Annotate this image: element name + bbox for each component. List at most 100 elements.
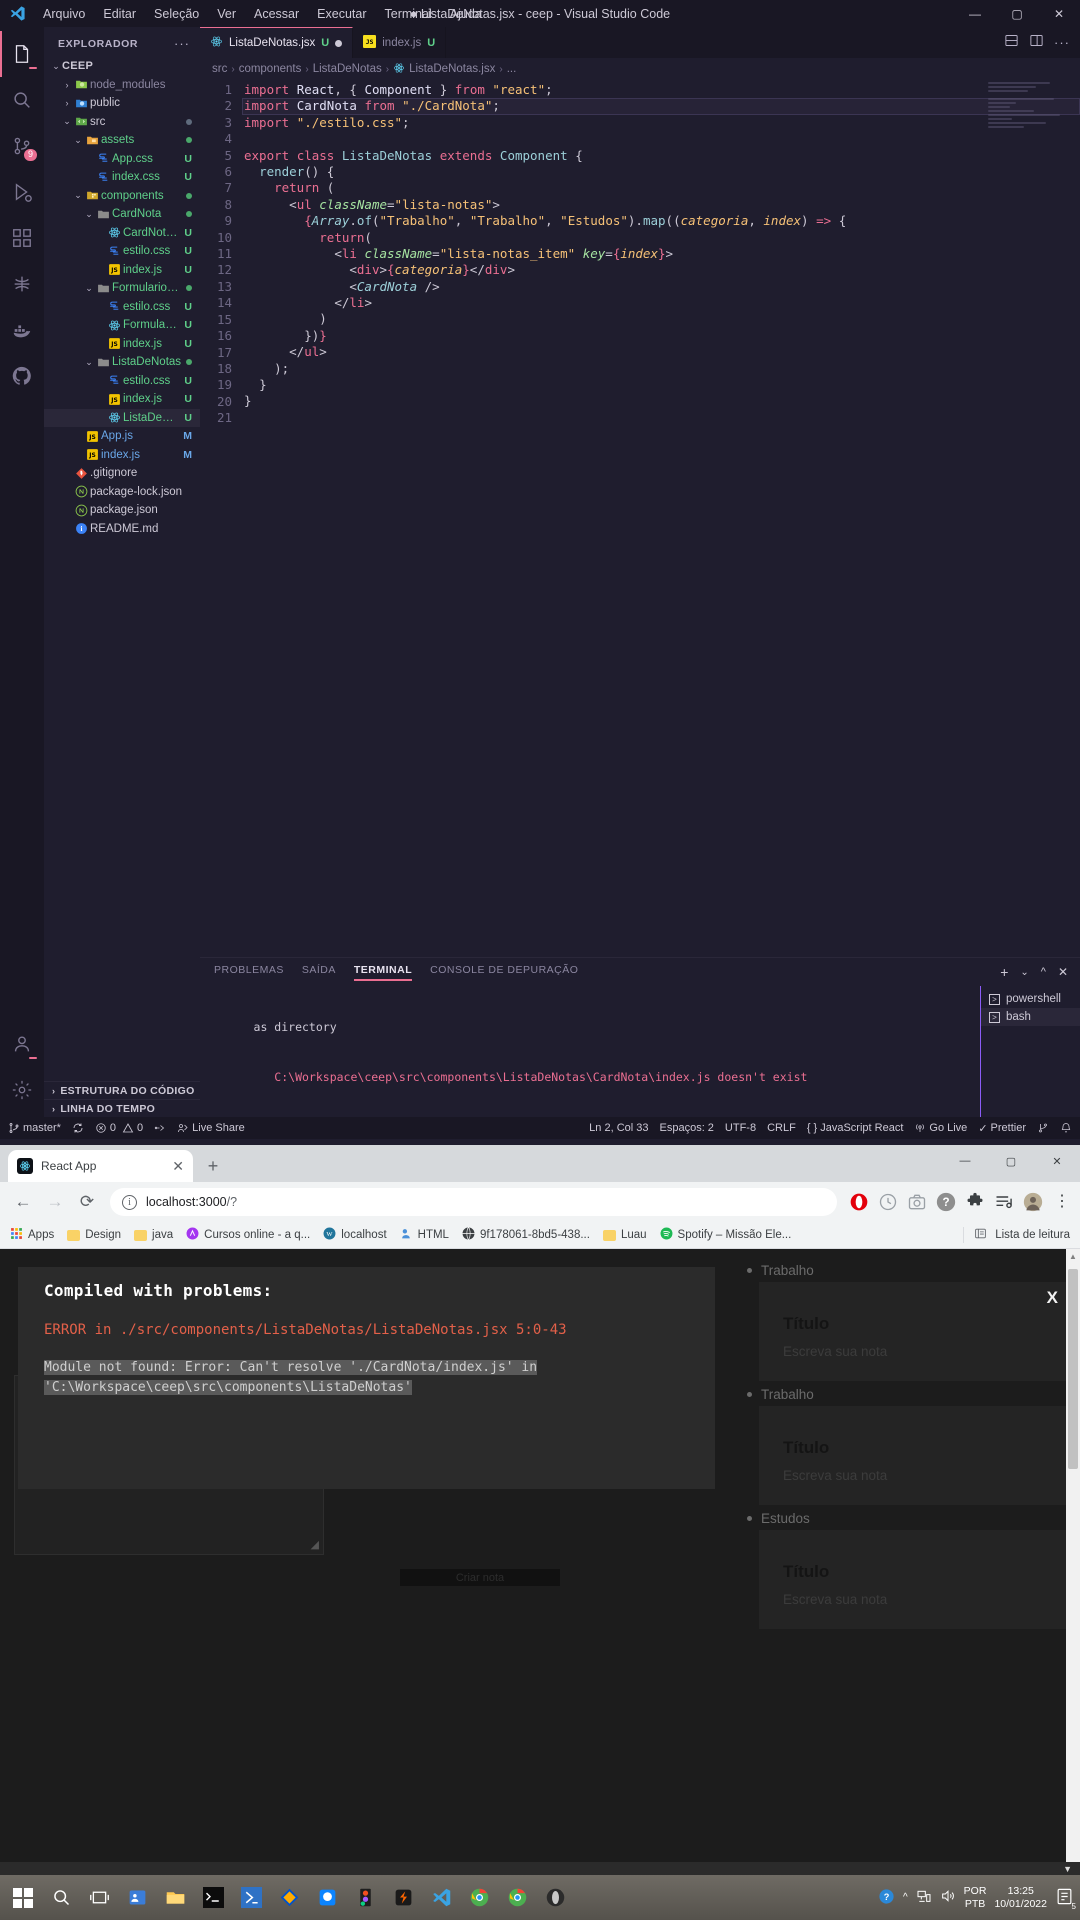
bookmark-uuid[interactable]: 9f178061-8bd5-438... — [462, 1227, 590, 1243]
tree-item-index-css[interactable]: index.css U — [44, 168, 200, 187]
status-ports[interactable] — [154, 1122, 166, 1134]
chrome-window-controls[interactable]: — ▢ ✕ — [942, 1145, 1080, 1177]
status-language-mode[interactable]: { } JavaScript React — [807, 1122, 904, 1134]
bookmark-html[interactable]: HTML — [400, 1227, 449, 1243]
search-icon[interactable] — [0, 77, 44, 123]
menu-arquivo[interactable]: Arquivo — [34, 4, 94, 24]
docker-icon[interactable] — [0, 307, 44, 353]
fl-studio-icon[interactable] — [384, 1875, 422, 1920]
code-line[interactable]: } — [242, 393, 1080, 409]
status-prettier[interactable]: ✓ Prettier — [978, 1122, 1026, 1135]
editor-more-icon[interactable]: ··· — [1054, 35, 1070, 50]
status-sync[interactable] — [72, 1122, 84, 1134]
code-line[interactable]: return ( — [242, 180, 1080, 196]
code-line[interactable]: </li> — [242, 295, 1080, 311]
tab-terminal[interactable]: TERMINAL — [353, 964, 413, 981]
tree-item-cardnota-jsx[interactable]: CardNota.jsx U — [44, 224, 200, 243]
new-terminal-icon[interactable]: + — [1000, 964, 1008, 980]
teams-icon[interactable] — [118, 1875, 156, 1920]
tray-chevron-up-icon[interactable]: ^ — [903, 1892, 908, 1903]
tree-item-public[interactable]: › public — [44, 94, 200, 113]
menu-acessar[interactable]: Acessar — [245, 4, 308, 24]
close-button[interactable]: ✕ — [1038, 0, 1080, 27]
tree-item-listadenotas[interactable]: ⌄ ListaDeNotas — [44, 353, 200, 372]
show-desktop-icon[interactable]: ▼ — [1063, 1864, 1072, 1874]
maximize-panel-icon[interactable]: ^ — [1041, 966, 1046, 978]
chrome-icon[interactable] — [498, 1875, 536, 1920]
reading-list-button[interactable]: Lista de leitura — [963, 1227, 1070, 1243]
vscode-window-controls[interactable]: — ▢ ✕ — [954, 0, 1080, 27]
task-view-icon[interactable] — [80, 1875, 118, 1920]
source-code[interactable]: import React, { Component } from "react"… — [242, 80, 1080, 957]
panel-estrutura-do-codigo[interactable]: › ESTRUTURA DO CÓDIGO — [44, 1081, 200, 1099]
code-line[interactable]: } — [242, 377, 1080, 393]
tree-item-formularioc[interactable]: FormularioC... U — [44, 316, 200, 335]
minimize-button[interactable]: — — [954, 0, 996, 27]
terminal-instance-bash[interactable]: > bash — [981, 1008, 1080, 1026]
tree-item-index-js[interactable]: JS index.js M — [44, 446, 200, 465]
resize-handle-icon[interactable]: ◢ — [311, 1538, 319, 1551]
site-info-icon[interactable]: i — [122, 1194, 137, 1210]
bookmark-luau[interactable]: Luau — [602, 1229, 647, 1241]
panel-linha-do-tempo[interactable]: › LINHA DO TEMPO — [44, 1099, 200, 1117]
tree-item-cardnota[interactable]: ⌄ CardNota — [44, 205, 200, 224]
scrollbar-thumb[interactable] — [1068, 1269, 1078, 1469]
code-line[interactable]: import React, { Component } from "react"… — [242, 82, 1080, 98]
code-line[interactable]: <li className="lista-notas_item" key={in… — [242, 246, 1080, 262]
tab-saida[interactable]: SAÍDA — [302, 964, 336, 981]
terminal-output[interactable]: as directory C:\Workspace\ceep\src\compo… — [200, 986, 980, 1117]
tree-item-formularioca[interactable]: ⌄ FormularioCa... — [44, 279, 200, 298]
camera-icon[interactable] — [907, 1192, 927, 1212]
search-icon[interactable] — [42, 1875, 80, 1920]
network-icon[interactable] — [916, 1888, 932, 1907]
breadcrumb-file[interactable]: ListaDeNotas.jsx — [409, 63, 495, 75]
menu-icon[interactable]: ⋮ — [1052, 1192, 1072, 1212]
code-line[interactable]: import "./estilo.css"; — [242, 115, 1080, 131]
avatar[interactable] — [1023, 1192, 1043, 1212]
code-line[interactable] — [242, 131, 1080, 147]
sourcetree-icon[interactable] — [270, 1875, 308, 1920]
volume-icon[interactable] — [940, 1888, 956, 1907]
notification-center-icon[interactable]: 5 — [1055, 1887, 1076, 1911]
whatsapp-icon[interactable] — [308, 1875, 346, 1920]
status-live-share[interactable]: Live Share — [177, 1122, 245, 1134]
code-line[interactable]: ); — [242, 361, 1080, 377]
tree-item-estilo-css[interactable]: estilo.css U — [44, 372, 200, 391]
editor-scrollbar[interactable] — [1066, 80, 1080, 957]
note-card[interactable]: Título Escreva sua nota — [759, 1530, 1072, 1629]
figma-icon[interactable] — [346, 1875, 384, 1920]
playlist-icon[interactable] — [994, 1192, 1014, 1212]
code-line[interactable]: import CardNota from "./CardNota"; — [242, 98, 1080, 115]
close-icon[interactable]: ✕ — [172, 1158, 184, 1175]
minimap[interactable] — [988, 82, 1066, 140]
menu-terminal[interactable]: Terminal — [376, 4, 441, 24]
extensions-icon[interactable] — [0, 215, 44, 261]
start-icon[interactable] — [4, 1875, 42, 1920]
tree-item-listadenota[interactable]: ListaDeNota... U — [44, 408, 200, 427]
tab-listadenotas-jsx[interactable]: ListaDeNotas.jsx U — [200, 27, 354, 58]
tree-item-index-js[interactable]: JS index.js U — [44, 335, 200, 354]
tree-item-assets[interactable]: ⌄ assets — [44, 131, 200, 150]
menu-editar[interactable]: Editar — [94, 4, 145, 24]
create-note-button[interactable]: Criar nota — [400, 1569, 560, 1586]
menu-ver[interactable]: Ver — [208, 4, 245, 24]
tree-item-readme-md[interactable]: i README.md — [44, 520, 200, 539]
reload-button[interactable]: ⟳ — [72, 1187, 102, 1217]
status-problems[interactable]: 0 0 — [95, 1122, 143, 1134]
bookmark-design[interactable]: Design — [67, 1229, 121, 1241]
maximize-button[interactable]: ▢ — [988, 1145, 1034, 1177]
tree-root-ceep[interactable]: ⌄ CEEP — [44, 57, 200, 76]
bookmark-cursos-online[interactable]: Cursos online - a q... — [186, 1227, 310, 1243]
language-indicator[interactable]: POR PTB — [964, 1885, 987, 1911]
tray-help-icon[interactable]: ? — [878, 1888, 895, 1908]
terminal-dropdown-icon[interactable]: ⌄ — [1020, 967, 1028, 978]
breadcrumb-listadenotas[interactable]: ListaDeNotas — [313, 63, 382, 75]
scroll-up-arrow-icon[interactable]: ▲ — [1066, 1249, 1080, 1263]
tree-item-gitignore[interactable]: .gitignore — [44, 464, 200, 483]
status-notifications[interactable] — [1060, 1122, 1072, 1134]
command-prompt-icon[interactable] — [194, 1875, 232, 1920]
address-bar[interactable]: i localhost:3000/? — [110, 1188, 848, 1227]
code-line[interactable]: <CardNota /> — [242, 279, 1080, 295]
accounts-icon[interactable] — [0, 1021, 44, 1067]
tree-item-app-js[interactable]: JS App.js M — [44, 427, 200, 446]
